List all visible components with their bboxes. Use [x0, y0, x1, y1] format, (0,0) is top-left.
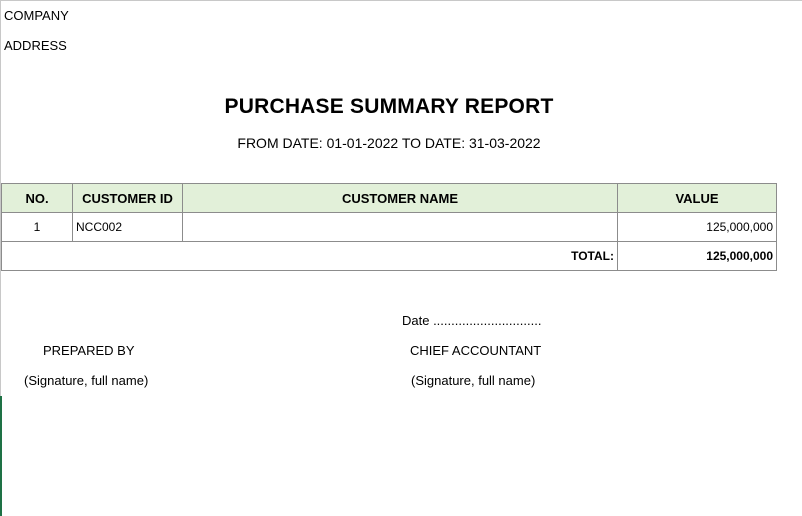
signature-hint-right: (Signature, full name): [411, 373, 536, 388]
column-header-customer-name[interactable]: CUSTOMER NAME: [182, 183, 618, 213]
company-label: COMPANY: [4, 8, 69, 23]
cell-customer-id[interactable]: NCC002: [72, 212, 183, 242]
total-label[interactable]: TOTAL:: [1, 241, 618, 271]
report-date-range: FROM DATE: 01-01-2022 TO DATE: 31-03-202…: [237, 135, 541, 151]
cell-value[interactable]: 125,000,000: [617, 212, 777, 242]
signature-hint-left: (Signature, full name): [24, 373, 149, 388]
column-header-value[interactable]: VALUE: [617, 183, 777, 213]
report-title: PURCHASE SUMMARY REPORT: [224, 95, 554, 118]
cell-no[interactable]: 1: [1, 212, 73, 242]
address-label: ADDRESS: [4, 38, 67, 53]
sheet-left-accent: [0, 396, 2, 516]
sheet-top-border: [0, 0, 802, 1]
table-row: 1 NCC002 125,000,000: [1, 212, 777, 242]
column-header-no[interactable]: NO.: [1, 183, 73, 213]
cell-customer-name[interactable]: [182, 212, 618, 242]
table-header-row: NO. CUSTOMER ID CUSTOMER NAME VALUE: [1, 183, 777, 213]
summary-table: NO. CUSTOMER ID CUSTOMER NAME VALUE 1 NC…: [1, 183, 777, 271]
prepared-by-label: PREPARED BY: [43, 343, 135, 358]
total-value[interactable]: 125,000,000: [617, 241, 777, 271]
column-header-customer-id[interactable]: CUSTOMER ID: [72, 183, 183, 213]
chief-accountant-label: CHIEF ACCOUNTANT: [410, 343, 542, 358]
date-line: Date ..............................: [402, 313, 542, 328]
total-row: TOTAL: 125,000,000: [1, 241, 777, 271]
